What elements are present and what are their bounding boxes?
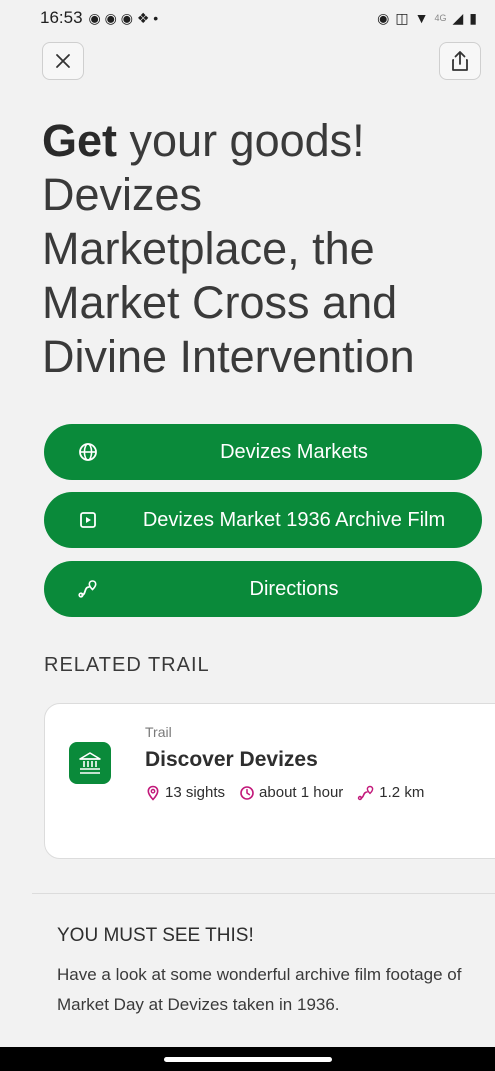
share-icon — [452, 51, 468, 71]
page-title: Get your goods! Devizes Marketplace, the… — [42, 114, 472, 384]
home-indicator[interactable] — [164, 1057, 332, 1062]
location-pin-icon — [147, 785, 159, 801]
must-see-heading: YOU MUST SEE THIS! — [57, 925, 254, 946]
play-icon — [80, 512, 96, 528]
film-link-label: Devizes Market 1936 Archive Film — [142, 509, 446, 531]
trail-sights: 13 sights — [145, 784, 225, 801]
website-link-label: Devizes Markets — [220, 441, 368, 463]
status-right: ◉ ◫ ▼ 4G ◢ ▮ — [377, 10, 477, 27]
must-see-body: Have a look at some wonderful archive fi… — [57, 965, 462, 1014]
navigation-bar — [0, 1047, 495, 1071]
trail-duration: about 1 hour — [239, 784, 343, 801]
close-icon — [56, 54, 70, 68]
vibrate-icon: ◫ — [395, 9, 409, 26]
route-icon — [358, 785, 374, 800]
wifi-icon: ▼ — [414, 10, 429, 26]
related-trail-heading: RELATED TRAIL — [44, 654, 210, 676]
trail-distance-text: 1.2 km — [379, 784, 425, 801]
trail-type: Trail — [145, 724, 172, 740]
film-link-button[interactable]: Devizes Market 1936 Archive Film — [44, 492, 482, 548]
battery-icon: ▮ — [469, 9, 477, 26]
directions-label: Directions — [249, 578, 339, 600]
status-time: 16:53 — [40, 8, 83, 27]
trail-duration-text: about 1 hour — [259, 784, 344, 801]
trail-sights-text: 13 sights — [165, 784, 226, 801]
location-icon: ◉ — [377, 9, 390, 26]
status-bar: 16:53 ◉ ◉ ◉ ❖ • ◉ ◫ ▼ 4G ◢ ▮ — [0, 0, 495, 36]
website-link-button[interactable]: Devizes Markets — [44, 424, 482, 480]
section-divider — [32, 893, 495, 894]
trail-name: Discover Devizes — [145, 748, 318, 771]
trail-distance: 1.2 km — [357, 784, 424, 801]
globe-icon — [79, 443, 97, 461]
status-left: 16:53 ◉ ◉ ◉ ❖ • — [40, 8, 158, 28]
share-button[interactable] — [439, 42, 481, 80]
trail-card[interactable]: Trail Discover Devizes 13 sights about 1… — [44, 703, 495, 859]
building-icon — [79, 752, 101, 774]
notification-icons: ◉ ◉ ◉ ❖ • — [88, 9, 159, 26]
trail-meta: 13 sights about 1 hour 1.2 km — [145, 784, 424, 801]
close-button[interactable] — [42, 42, 84, 80]
clock-icon — [240, 785, 254, 800]
network-type: 4G — [434, 13, 447, 23]
directions-button[interactable]: Directions — [44, 561, 482, 617]
signal-icon: ◢ — [452, 9, 464, 26]
trail-logo — [69, 742, 111, 784]
route-icon — [78, 580, 97, 598]
title-strong: Get — [42, 115, 118, 166]
